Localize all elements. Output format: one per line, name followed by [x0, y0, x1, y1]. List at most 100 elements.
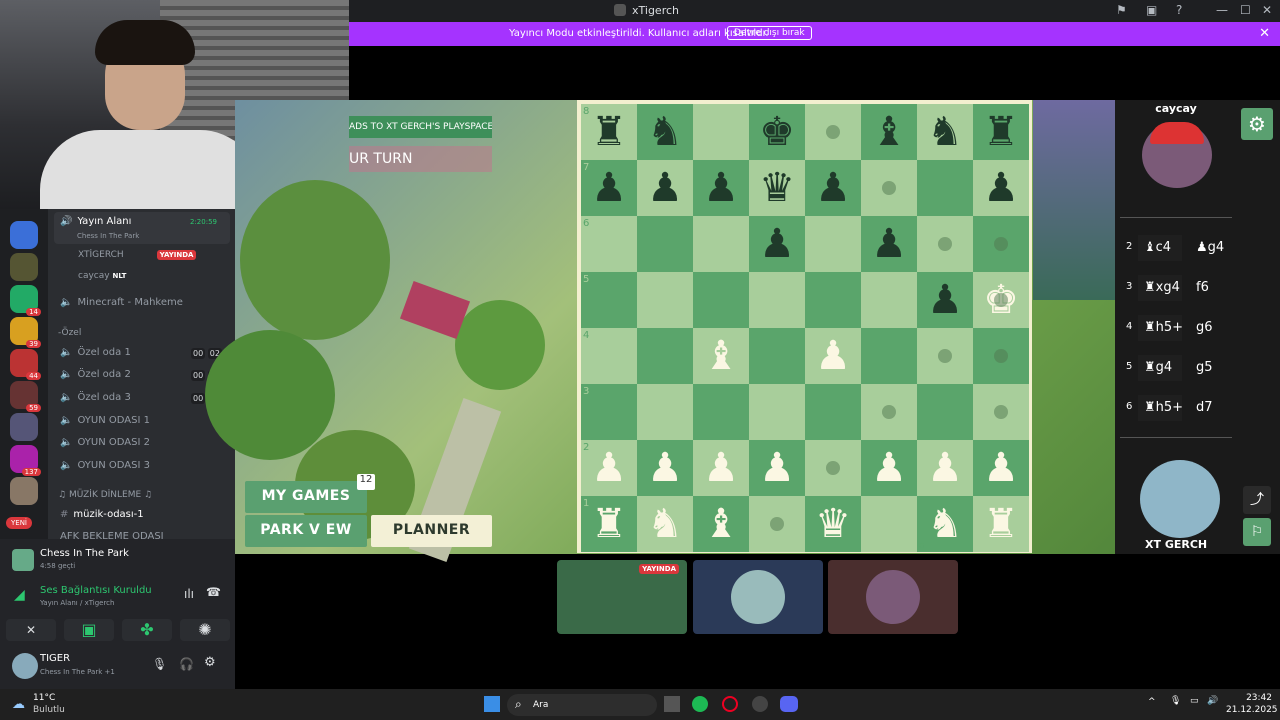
- server-icon[interactable]: 44: [10, 349, 41, 380]
- square-a3[interactable]: [581, 384, 637, 440]
- activity-card[interactable]: Chess In The Park 4:58 geçti: [6, 543, 230, 575]
- server-icon[interactable]: [10, 221, 38, 249]
- white-pawn-icon[interactable]: ♟: [917, 440, 973, 496]
- white-move[interactable]: ♜h5+: [1138, 395, 1183, 421]
- square-c1[interactable]: ♝: [693, 496, 749, 552]
- black-pawn-icon[interactable]: ♟: [861, 216, 917, 272]
- black-move[interactable]: ♟g4: [1186, 235, 1230, 261]
- square-e4[interactable]: ♟: [805, 328, 861, 384]
- close-icon[interactable]: ✕: [1262, 3, 1272, 17]
- square-a8[interactable]: ♜: [581, 104, 637, 160]
- voice-user[interactable]: caycay NLT: [78, 271, 126, 281]
- legal-move-dot[interactable]: [882, 181, 896, 195]
- stream-thumbnail[interactable]: YAYINDA: [557, 560, 687, 634]
- move-row[interactable]: 6 ♜h5+ d7: [1120, 391, 1232, 425]
- square-f8[interactable]: ♝: [861, 104, 917, 160]
- spotify-icon[interactable]: [692, 696, 708, 712]
- legal-move-dot[interactable]: [938, 237, 952, 251]
- screen-share-button[interactable]: ▣: [64, 619, 114, 641]
- square-f1[interactable]: [861, 496, 917, 552]
- black-move[interactable]: f6: [1186, 275, 1230, 301]
- app-icon[interactable]: [752, 696, 768, 712]
- square-c3[interactable]: [693, 384, 749, 440]
- square-a1[interactable]: ♜: [581, 496, 637, 552]
- square-g7[interactable]: [917, 160, 973, 216]
- black-move[interactable]: g5: [1186, 355, 1230, 381]
- square-b6[interactable]: [637, 216, 693, 272]
- category-ozel[interactable]: -Özel: [58, 328, 81, 338]
- camera-off-button[interactable]: ✕: [6, 619, 56, 641]
- picnic-table[interactable]: [399, 280, 471, 340]
- black-move[interactable]: d7: [1186, 395, 1230, 421]
- legal-move-dot[interactable]: [994, 349, 1008, 363]
- soundboard-icon[interactable]: ılı: [184, 587, 194, 601]
- square-g5[interactable]: ♟: [917, 272, 973, 328]
- legal-move-dot[interactable]: [994, 237, 1008, 251]
- move-row[interactable]: 5 ♜g4 g5: [1120, 351, 1232, 385]
- avatar[interactable]: [12, 653, 38, 679]
- white-rook-icon[interactable]: ♜: [973, 496, 1029, 552]
- player-avatar[interactable]: [1140, 460, 1220, 538]
- screen-icon[interactable]: ▣: [1146, 3, 1157, 17]
- server-icon[interactable]: 137: [10, 445, 41, 476]
- white-move[interactable]: ♜h5+: [1138, 315, 1183, 341]
- disconnect-icon[interactable]: ☎: [206, 585, 221, 599]
- server-icon[interactable]: [10, 477, 38, 505]
- white-move[interactable]: ♜g4: [1138, 355, 1182, 381]
- discord-icon[interactable]: [780, 696, 798, 712]
- square-c8[interactable]: [693, 104, 749, 160]
- channel-muzik-odasi-1[interactable]: # müzik-odası-1: [60, 509, 144, 520]
- minimize-icon[interactable]: —: [1216, 3, 1228, 17]
- square-d7[interactable]: ♛: [749, 160, 805, 216]
- square-c5[interactable]: [693, 272, 749, 328]
- black-pawn-icon[interactable]: ♟: [917, 272, 973, 328]
- square-b8[interactable]: ♞: [637, 104, 693, 160]
- square-d2[interactable]: ♟: [749, 440, 805, 496]
- square-c4[interactable]: ♝: [693, 328, 749, 384]
- white-knight-icon[interactable]: ♞: [917, 496, 973, 552]
- white-move[interactable]: ♝c4: [1138, 235, 1182, 261]
- square-d4[interactable]: [749, 328, 805, 384]
- planner-button[interactable]: PLANNER: [371, 515, 492, 547]
- share-icon[interactable]: ⤴: [1243, 486, 1271, 514]
- black-pawn-icon[interactable]: ♟: [693, 160, 749, 216]
- channel-afk[interactable]: AFK BEKLEME ODASI: [60, 531, 164, 539]
- server-icon[interactable]: [10, 253, 38, 281]
- network-icon[interactable]: ▭: [1190, 696, 1199, 706]
- square-b1[interactable]: ♞: [637, 496, 693, 552]
- category-muzik[interactable]: ♫ MÜZİK DİNLEME ♫: [58, 490, 152, 500]
- close-notice-icon[interactable]: ✕: [1259, 26, 1270, 41]
- black-pawn-icon[interactable]: ♟: [749, 216, 805, 272]
- server-icon[interactable]: 59: [10, 381, 41, 412]
- square-c7[interactable]: ♟: [693, 160, 749, 216]
- settings-gear-icon[interactable]: ⚙: [204, 655, 216, 670]
- channel-ozel-oda-3[interactable]: 🔈 Özel oda 3: [60, 392, 131, 403]
- square-a4[interactable]: [581, 328, 637, 384]
- channel-ozel-oda-1[interactable]: 🔈 Özel oda 1: [60, 347, 131, 358]
- square-e5[interactable]: [805, 272, 861, 328]
- search-box[interactable]: ⌕ Ara: [507, 694, 657, 716]
- white-bishop-icon[interactable]: ♝: [693, 328, 749, 384]
- my-games-button[interactable]: MY GAMES: [245, 481, 367, 513]
- volume-icon[interactable]: 🔊: [1207, 696, 1218, 706]
- square-g3[interactable]: [917, 384, 973, 440]
- square-b4[interactable]: [637, 328, 693, 384]
- square-d6[interactable]: ♟: [749, 216, 805, 272]
- white-pawn-icon[interactable]: ♟: [637, 440, 693, 496]
- square-e6[interactable]: [805, 216, 861, 272]
- square-f4[interactable]: [861, 328, 917, 384]
- square-g8[interactable]: ♞: [917, 104, 973, 160]
- square-d8[interactable]: ♚: [749, 104, 805, 160]
- square-h1[interactable]: ♜: [973, 496, 1029, 552]
- participant-tile[interactable]: [693, 560, 823, 634]
- inbox-icon[interactable]: ⚑: [1116, 3, 1127, 17]
- activities-button[interactable]: ✤: [122, 619, 172, 641]
- microphone-icon[interactable]: 🎙: [152, 657, 167, 671]
- channel-ozel-oda-2[interactable]: 🔈 Özel oda 2: [60, 369, 131, 380]
- square-c6[interactable]: [693, 216, 749, 272]
- square-e3[interactable]: [805, 384, 861, 440]
- voice-user[interactable]: XTİGERCH YAYINDA: [78, 250, 197, 260]
- square-a7[interactable]: ♟: [581, 160, 637, 216]
- white-pawn-icon[interactable]: ♟: [805, 328, 861, 384]
- black-pawn-icon[interactable]: ♟: [581, 160, 637, 216]
